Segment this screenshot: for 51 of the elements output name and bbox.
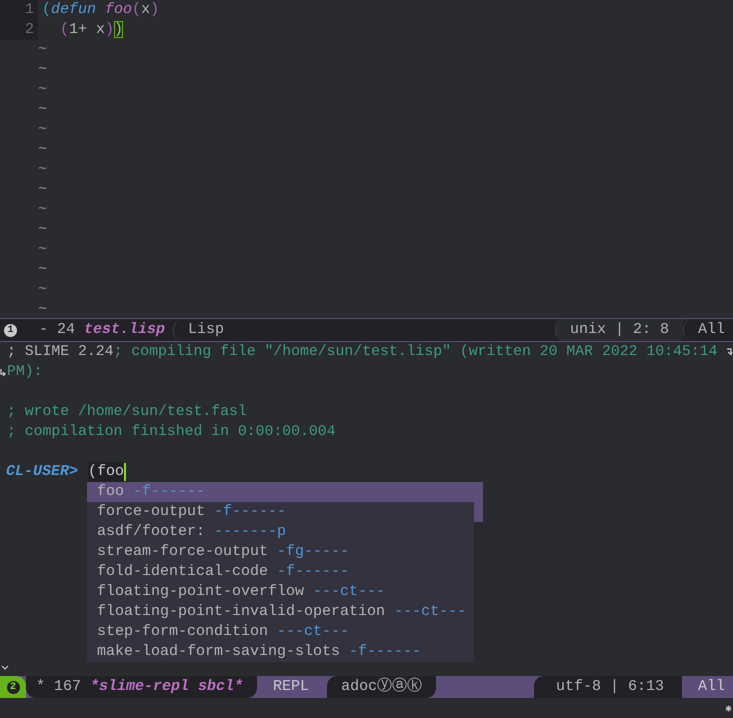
empty-line-marker: ~: [38, 60, 48, 80]
repl-output-line: ; compilation finished in 0:00:00.004: [7, 423, 337, 442]
scrollbar-thumb[interactable]: [474, 482, 483, 522]
wrap-arrow-icon: [726, 348, 733, 356]
completion-item[interactable]: asdf/footer: -------p: [87, 522, 474, 542]
completion-item[interactable]: foo -f------: [87, 482, 474, 502]
empty-line-marker: ~: [38, 260, 48, 280]
empty-line-marker: ~: [38, 120, 48, 140]
empty-line-marker: ~: [38, 180, 48, 200]
buffer-position: All: [696, 677, 726, 697]
encoding-position: unix | 2: 8: [554, 319, 683, 341]
chevron-icon: [1, 665, 9, 670]
empty-line-marker: ~: [38, 100, 48, 120]
buffer-name: test.lisp: [84, 320, 166, 340]
completion-item[interactable]: fold-identical-code -f------: [87, 562, 474, 582]
modified-indicator: * 167: [36, 677, 82, 697]
empty-line-marker: ~: [38, 80, 48, 100]
completion-item[interactable]: floating-point-invalid-operation ---ct---: [87, 602, 474, 622]
repl-input[interactable]: (foo: [88, 462, 124, 482]
code-line: (defun foo(x): [41, 0, 160, 20]
completion-item[interactable]: make-load-form-saving-slots -f------: [87, 642, 474, 662]
empty-line-marker: ~: [38, 160, 48, 180]
repl-output-line: ; wrote /home/sun/test.fasl: [7, 403, 248, 422]
completion-item[interactable]: floating-point-overflow ---ct---: [87, 582, 474, 602]
line-number: 1: [0, 0, 38, 20]
modified-indicator: - 24: [39, 320, 76, 340]
empty-line-marker: ~: [38, 240, 48, 260]
encoding-position: utf-8 | 6:13: [534, 676, 682, 698]
code-line: (1+ x)): [59, 20, 124, 40]
repl-output-line: ; SLIME 2.24; compiling file "/home/sun/test.lisp" (written 20 MAR 2022 10:45:14 PM):: [7, 343, 718, 382]
window-number: 1: [4, 324, 17, 336]
empty-line-marker: ~: [38, 40, 48, 60]
empty-line-marker: ~: [38, 280, 48, 300]
window-number: 2: [0, 676, 26, 698]
completion-item[interactable]: stream-force-output -fg-----: [87, 542, 474, 562]
empty-line-marker: ~: [38, 220, 48, 240]
major-mode: REPL: [272, 677, 310, 697]
continuation-icon: [725, 705, 732, 712]
completion-item[interactable]: step-form-condition ---ct---: [87, 622, 474, 642]
major-mode: Lisp: [173, 319, 236, 341]
repl-prompt: CL-USER>: [6, 462, 78, 482]
text-cursor: [124, 463, 126, 481]
empty-line-marker: ~: [38, 300, 48, 320]
empty-line-marker: ~: [38, 200, 48, 220]
completion-item[interactable]: force-output -f------: [87, 502, 474, 522]
minor-modes: adocⓨⓐⓚ: [327, 676, 436, 698]
empty-line-marker: ~: [38, 140, 48, 160]
buffer-position: All: [682, 319, 733, 341]
buffer-name: *slime-repl sbcl*: [90, 677, 244, 697]
line-number: 2: [0, 20, 38, 40]
wrap-arrow-icon: [0, 368, 7, 376]
